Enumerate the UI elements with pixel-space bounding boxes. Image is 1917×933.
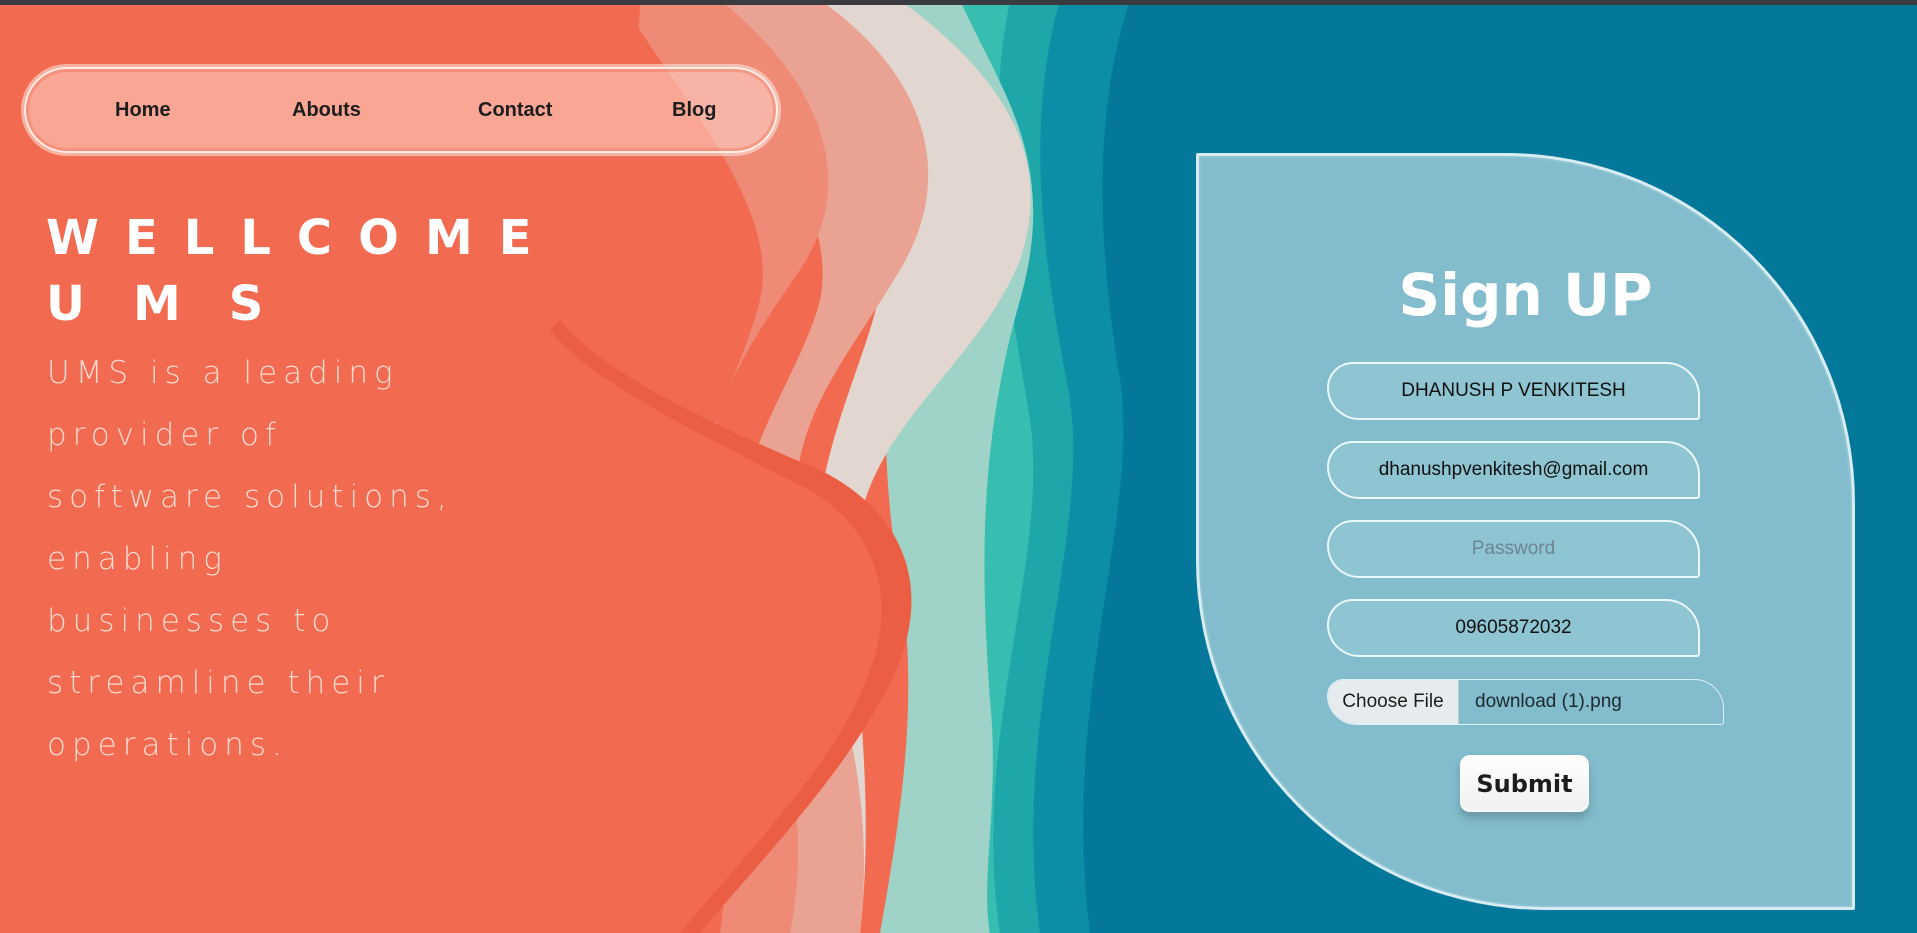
- email-input[interactable]: dhanushpvenkitesh@gmail.com: [1327, 441, 1700, 499]
- signup-title: Sign UP: [1398, 261, 1653, 329]
- hero-heading: WELLCOME UMS: [46, 205, 558, 337]
- hero-description-line: operations.: [47, 727, 288, 763]
- signup-page: Home Abouts Contact Blog WELLCOME UMS UM…: [0, 0, 1917, 933]
- phone-input[interactable]: 09605872032: [1327, 599, 1700, 657]
- hero-description-line: UMS is a leading: [47, 355, 399, 391]
- password-input[interactable]: Password: [1327, 520, 1700, 578]
- top-nav: Home Abouts Contact Blog: [24, 67, 778, 153]
- name-input[interactable]: DHANUSH P VENKITESH: [1327, 362, 1700, 420]
- nav-contact-link[interactable]: Contact: [478, 69, 552, 151]
- top-border: [0, 0, 1917, 5]
- hero-title-line-1: WELLCOME: [46, 210, 558, 266]
- hero-description-line: enabling: [47, 541, 228, 577]
- hero-description-line: software solutions,: [47, 479, 453, 515]
- choose-file-button[interactable]: Choose File: [1328, 680, 1459, 724]
- hero-description-line: streamline their: [47, 665, 390, 701]
- file-input[interactable]: Choose File download (1).png: [1327, 679, 1724, 725]
- hero-description-line: provider of: [47, 417, 282, 453]
- nav-blog-link[interactable]: Blog: [672, 69, 716, 151]
- submit-button[interactable]: Submit: [1460, 755, 1589, 812]
- hero-description: UMS is a leading provider of software so…: [47, 342, 487, 776]
- nav-abouts-link[interactable]: Abouts: [292, 69, 361, 151]
- file-name-label: download (1).png: [1475, 691, 1622, 712]
- nav-home-link[interactable]: Home: [115, 69, 171, 151]
- hero-description-line: businesses to: [47, 603, 337, 639]
- hero-title-line-2: UMS: [46, 276, 312, 332]
